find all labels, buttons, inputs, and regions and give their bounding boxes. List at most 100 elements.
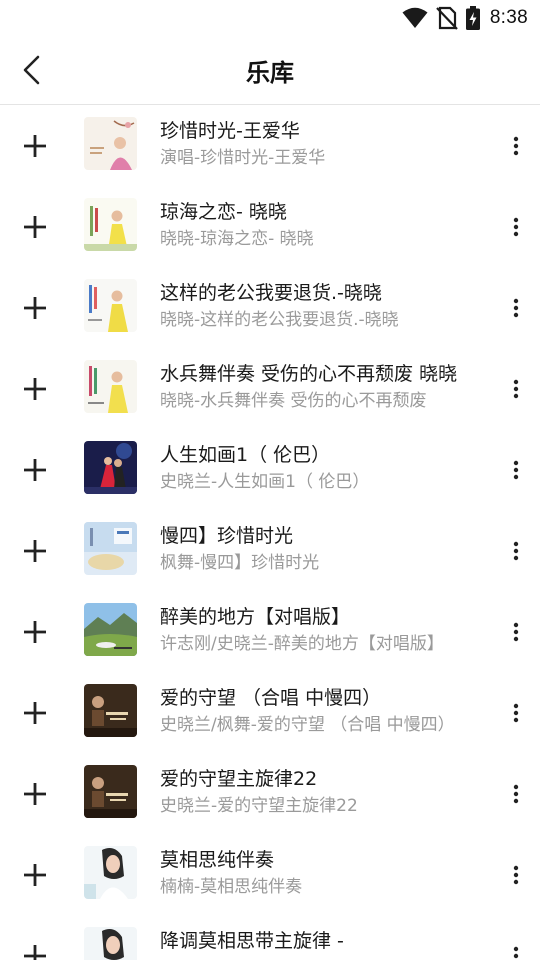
add-button[interactable]	[16, 775, 54, 813]
add-button[interactable]	[16, 370, 54, 408]
song-info: 水兵舞伴奏 受伤的心不再颓废 晓晓 晓晓-水兵舞伴奏 受伤的心不再颓废	[160, 360, 482, 414]
plus-icon	[24, 135, 46, 157]
more-vert-icon	[513, 784, 519, 804]
plus-icon	[24, 702, 46, 724]
song-title: 醉美的地方【对唱版】	[160, 606, 351, 628]
music-library-screen: 8:38 乐库 珍惜时光-王爱华 演唱-珍惜时光-王爱华 琼海之恋- 晓晓 晓晓…	[0, 0, 540, 960]
song-title: 人生如画1（ 伦巴）	[160, 444, 331, 466]
add-button[interactable]	[16, 451, 54, 489]
add-button[interactable]	[16, 613, 54, 651]
no-sim-icon	[436, 6, 458, 30]
add-button[interactable]	[16, 208, 54, 246]
add-button[interactable]	[16, 694, 54, 732]
add-button[interactable]	[16, 127, 54, 165]
album-cover	[84, 684, 137, 737]
song-info: 爱的守望 （合唱 中慢四） 史晓兰/枫舞-爱的守望 （合唱 中慢四）	[160, 684, 482, 738]
song-info: 莫相思纯伴奏 楠楠-莫相思纯伴奏	[160, 846, 482, 900]
plus-icon	[24, 864, 46, 886]
more-options-button[interactable]	[504, 937, 528, 960]
chevron-left-icon	[23, 55, 40, 85]
more-options-button[interactable]	[504, 127, 528, 165]
song-list: 珍惜时光-王爱华 演唱-珍惜时光-王爱华 琼海之恋- 晓晓 晓晓-琼海之恋- 晓…	[0, 105, 540, 960]
album-cover	[84, 117, 137, 170]
more-options-button[interactable]	[504, 532, 528, 570]
song-title: 琼海之恋- 晓晓	[160, 201, 287, 223]
song-title: 珍惜时光-王爱华	[160, 120, 300, 142]
song-title: 水兵舞伴奏 受伤的心不再颓废 晓晓	[160, 363, 458, 385]
song-list-item[interactable]: 爱的守望主旋律22 史晓兰-爱的守望主旋律22	[0, 753, 540, 834]
status-bar: 8:38	[0, 0, 540, 36]
song-subtitle: 枫舞-慢四】珍惜时光	[160, 553, 320, 573]
song-info: 醉美的地方【对唱版】 许志刚/史晓兰-醉美的地方【对唱版】	[160, 603, 482, 657]
add-button[interactable]	[16, 289, 54, 327]
song-subtitle: 晓晓-琼海之恋- 晓晓	[160, 229, 314, 249]
song-title: 爱的守望 （合唱 中慢四）	[160, 687, 382, 709]
add-button[interactable]	[16, 856, 54, 894]
song-subtitle: 演唱-珍惜时光-王爱华	[160, 148, 326, 168]
page-title: 乐库	[246, 58, 294, 87]
album-cover	[84, 765, 137, 818]
more-vert-icon	[513, 541, 519, 561]
song-list-item[interactable]: 爱的守望 （合唱 中慢四） 史晓兰/枫舞-爱的守望 （合唱 中慢四）	[0, 672, 540, 753]
song-info: 降调莫相思带主旋律 -	[160, 927, 482, 960]
more-vert-icon	[513, 136, 519, 156]
more-options-button[interactable]	[504, 775, 528, 813]
plus-icon	[24, 945, 46, 960]
song-info: 这样的老公我要退货.-晓晓 晓晓-这样的老公我要退货.-晓晓	[160, 279, 482, 333]
song-list-item[interactable]: 慢四】珍惜时光 枫舞-慢四】珍惜时光	[0, 510, 540, 591]
app-header: 乐库	[0, 36, 540, 105]
more-vert-icon	[513, 379, 519, 399]
more-options-button[interactable]	[504, 451, 528, 489]
add-button[interactable]	[16, 937, 54, 960]
add-button[interactable]	[16, 532, 54, 570]
song-subtitle: 晓晓-水兵舞伴奏 受伤的心不再颓废	[160, 391, 427, 411]
song-title: 莫相思纯伴奏	[160, 849, 275, 871]
more-options-button[interactable]	[504, 613, 528, 651]
more-options-button[interactable]	[504, 208, 528, 246]
battery-charging-icon	[465, 6, 480, 30]
more-options-button[interactable]	[504, 694, 528, 732]
song-subtitle: 史晓兰/枫舞-爱的守望 （合唱 中慢四）	[160, 715, 455, 735]
song-info: 爱的守望主旋律22 史晓兰-爱的守望主旋律22	[160, 765, 482, 819]
plus-icon	[24, 459, 46, 481]
song-info: 珍惜时光-王爱华 演唱-珍惜时光-王爱华	[160, 117, 482, 171]
song-list-item[interactable]: 珍惜时光-王爱华 演唱-珍惜时光-王爱华	[0, 105, 540, 186]
album-cover	[84, 846, 137, 899]
song-list-item[interactable]: 降调莫相思带主旋律 -	[0, 915, 540, 960]
wifi-icon	[402, 7, 428, 29]
song-list-item[interactable]: 莫相思纯伴奏 楠楠-莫相思纯伴奏	[0, 834, 540, 915]
more-vert-icon	[513, 865, 519, 885]
more-vert-icon	[513, 298, 519, 318]
plus-icon	[24, 216, 46, 238]
more-vert-icon	[513, 946, 519, 959]
album-cover	[84, 198, 137, 251]
more-options-button[interactable]	[504, 289, 528, 327]
back-button[interactable]	[12, 50, 52, 90]
plus-icon	[24, 540, 46, 562]
more-vert-icon	[513, 703, 519, 723]
song-list-item[interactable]: 琼海之恋- 晓晓 晓晓-琼海之恋- 晓晓	[0, 186, 540, 267]
song-subtitle: 楠楠-莫相思纯伴奏	[160, 877, 303, 897]
song-title: 慢四】珍惜时光	[160, 525, 294, 547]
song-title: 这样的老公我要退货.-晓晓	[160, 282, 382, 304]
song-info: 慢四】珍惜时光 枫舞-慢四】珍惜时光	[160, 522, 482, 576]
plus-icon	[24, 297, 46, 319]
more-options-button[interactable]	[504, 370, 528, 408]
song-list-item[interactable]: 水兵舞伴奏 受伤的心不再颓废 晓晓 晓晓-水兵舞伴奏 受伤的心不再颓废	[0, 348, 540, 429]
song-list-item[interactable]: 醉美的地方【对唱版】 许志刚/史晓兰-醉美的地方【对唱版】	[0, 591, 540, 672]
more-options-button[interactable]	[504, 856, 528, 894]
song-subtitle: 晓晓-这样的老公我要退货.-晓晓	[160, 310, 399, 330]
album-cover	[84, 522, 137, 575]
song-list-item[interactable]: 人生如画1（ 伦巴） 史晓兰-人生如画1（ 伦巴）	[0, 429, 540, 510]
plus-icon	[24, 621, 46, 643]
song-list-item[interactable]: 这样的老公我要退货.-晓晓 晓晓-这样的老公我要退货.-晓晓	[0, 267, 540, 348]
plus-icon	[24, 378, 46, 400]
album-cover	[84, 360, 137, 413]
song-title: 降调莫相思带主旋律 -	[160, 930, 344, 952]
album-cover	[84, 603, 137, 656]
more-vert-icon	[513, 460, 519, 480]
song-info: 人生如画1（ 伦巴） 史晓兰-人生如画1（ 伦巴）	[160, 441, 482, 495]
song-subtitle: 史晓兰-爱的守望主旋律22	[160, 796, 358, 816]
status-time: 8:38	[489, 7, 528, 28]
song-subtitle	[160, 955, 482, 960]
